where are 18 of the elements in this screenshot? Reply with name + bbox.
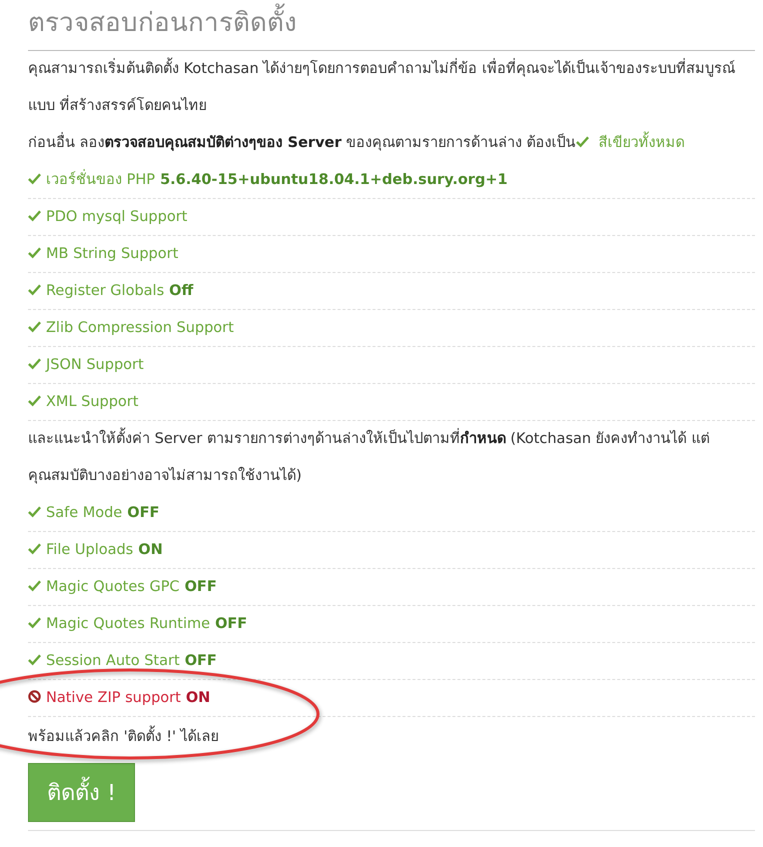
check-item: File Uploads ON (46, 542, 163, 558)
check-item: Zlib Compression Support (46, 320, 234, 336)
install-button[interactable]: ติดตั้ง ! (28, 763, 135, 822)
check-item: Magic Quotes Runtime OFF (46, 616, 248, 632)
check-icon (576, 135, 589, 148)
check-item: Session Auto Start OFF (46, 653, 217, 669)
check-item: Register Globals Off (46, 283, 194, 299)
check-item: PDO mysql Support (46, 209, 188, 225)
check-item: XML Support (46, 394, 138, 410)
page-title: ตรวจสอบก่อนการติดตั้ง (28, 0, 755, 51)
recommendation-text: และแนะนำให้ตั้งค่า Server ตามรายการต่างๆด้านล่างให้เป็นไปตามที่กำหนด (Kotchasan ยังคงทำงานได้ แต่คุณสมบัติบางอย่างอาจไม่สามารถใช้งานได้) (28, 421, 755, 495)
ready-text: พร้อมแล้วคลิก 'ติดตั้ง !' ได้เลย (28, 717, 755, 757)
check-item: Safe Mode OFF (46, 505, 160, 521)
check-item: JSON Support (46, 357, 144, 373)
check-item: Magic Quotes GPC OFF (46, 579, 217, 595)
check-item: MB String Support (46, 246, 178, 262)
check-item: Native ZIP support ON (46, 690, 210, 706)
intro-text: คุณสามารถเริ่มต้นติดตั้ง Kotchasan ได้ง่ายๆโดยการตอบคำถามไม่กี่ข้อ เพื่อที่คุณจะได้เป็นเจ้าของระบบที่สมบูรณ์แบบ ที่สร้างสรรค์โดยคนไทย (28, 51, 755, 125)
